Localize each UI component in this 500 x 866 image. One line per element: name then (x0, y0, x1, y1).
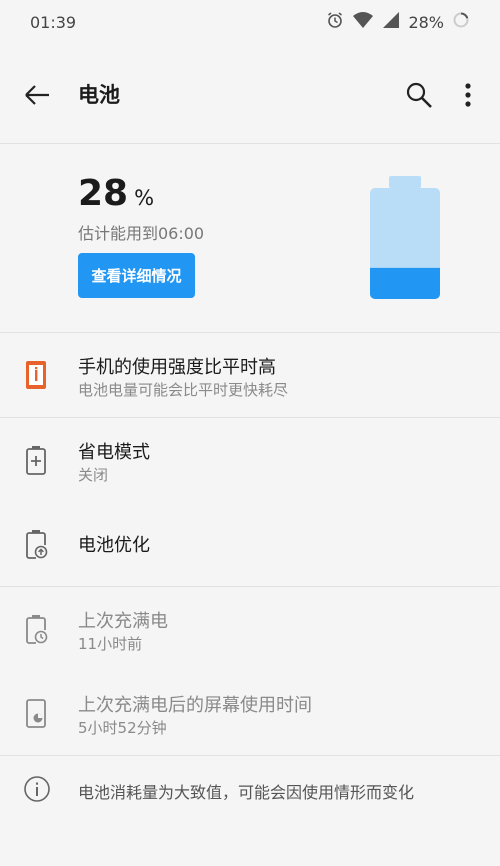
status-bar: 01:39 28% (0, 0, 500, 44)
battery-estimate: 估计能用到06:00 (78, 224, 205, 243)
status-icons: 28% (326, 11, 470, 33)
page-title: 电池 (78, 82, 120, 107)
info-icon (23, 775, 51, 803)
footer-note: 电池消耗量为大致值，可能会因使用情形而变化 (0, 756, 500, 822)
list-item-power-saving[interactable]: 省电模式 关闭 (0, 418, 500, 502)
high-usage-subtitle: 电池电量可能会比平时更快耗尽 (78, 381, 289, 399)
list-item-screen-usage: 上次充满电后的屏幕使用时间 5小时52分钟 (0, 671, 500, 755)
battery-plus-icon (24, 445, 48, 475)
battery-percent: 28% (78, 174, 154, 218)
phone-warning-icon (24, 360, 48, 390)
battery-optimize-icon (24, 529, 48, 559)
list-item-high-usage[interactable]: 手机的使用强度比平时高 电池电量可能会比平时更快耗尽 (0, 333, 500, 417)
view-details-button[interactable]: 查看详细情况 (78, 253, 195, 298)
high-usage-title: 手机的使用强度比平时高 (78, 357, 276, 378)
list-item-battery-optimization[interactable]: 电池优化 (0, 502, 500, 586)
wifi-icon (352, 11, 374, 33)
percent-sign: % (134, 186, 155, 210)
last-full-charge-title: 上次充满电 (78, 611, 168, 632)
alarm-icon (326, 11, 344, 33)
more-options-icon[interactable] (456, 80, 480, 110)
screen-usage-value: 5小时52分钟 (78, 719, 167, 737)
footer-note-text: 电池消耗量为大致值，可能会因使用情形而变化 (78, 783, 415, 802)
battery-ring-icon (452, 11, 470, 33)
signal-icon (382, 11, 400, 33)
screen-usage-icon (24, 698, 48, 728)
battery-summary: 28% 估计能用到06:00 查看详细情况 (0, 144, 500, 333)
battery-optimization-title: 电池优化 (78, 535, 150, 556)
power-saving-status: 关闭 (78, 466, 109, 484)
battery-percent-value: 28 (78, 173, 129, 214)
list-item-last-full-charge: 上次充满电 11小时前 (0, 587, 500, 671)
app-bar: 电池 (0, 44, 500, 144)
back-arrow-icon[interactable] (22, 80, 52, 110)
last-full-charge-value: 11小时前 (78, 635, 143, 653)
battery-status-text: 28% (408, 12, 444, 32)
battery-level-graphic (370, 176, 440, 299)
search-icon[interactable] (404, 80, 434, 110)
power-saving-title: 省电模式 (78, 442, 150, 463)
status-time: 01:39 (30, 12, 77, 32)
screen-usage-title: 上次充满电后的屏幕使用时间 (78, 695, 312, 716)
battery-clock-icon (24, 614, 48, 644)
